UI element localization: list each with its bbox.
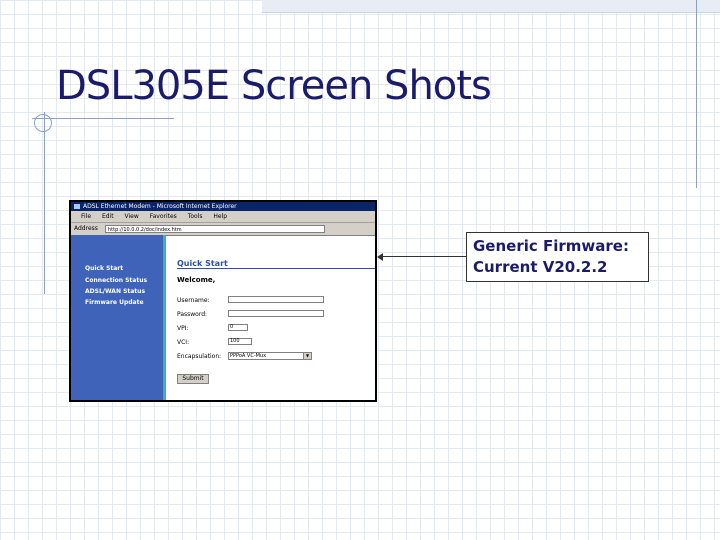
slide-title: DSL305E Screen Shots bbox=[56, 63, 492, 109]
browser-screenshot: ADSL Ethernet Modem - Microsoft Internet… bbox=[69, 200, 377, 402]
menu-edit[interactable]: Edit bbox=[102, 213, 114, 220]
username-input[interactable] bbox=[228, 296, 324, 303]
encapsulation-select[interactable]: PPPoA VC-Mux ▼ bbox=[228, 352, 312, 360]
arrowhead-icon bbox=[377, 253, 383, 261]
nav-adsl-wan-status[interactable]: ADSL/WAN Status bbox=[85, 288, 145, 295]
password-input[interactable] bbox=[228, 310, 324, 317]
browser-menubar: File Edit View Favorites Tools Help bbox=[71, 211, 375, 223]
decorative-circle bbox=[34, 114, 52, 132]
encapsulation-value: PPPoA VC-Mux bbox=[230, 353, 267, 359]
vci-input[interactable]: 100 bbox=[228, 338, 252, 345]
decorative-line bbox=[32, 118, 174, 119]
username-label: Username: bbox=[177, 297, 210, 304]
callout-line-1: Generic Firmware: bbox=[473, 237, 629, 255]
password-label: Password: bbox=[177, 311, 208, 318]
chevron-down-icon[interactable]: ▼ bbox=[303, 353, 311, 359]
menu-tools[interactable]: Tools bbox=[188, 213, 203, 220]
browser-titlebar: ADSL Ethernet Modem - Microsoft Internet… bbox=[71, 202, 375, 211]
menu-view[interactable]: View bbox=[125, 213, 139, 220]
nav-connection-status[interactable]: Connection Status bbox=[85, 277, 147, 284]
menu-favorites[interactable]: Favorites bbox=[150, 213, 177, 220]
welcome-text: Welcome, bbox=[177, 276, 216, 284]
sidebar-nav: Quick Start Connection Status ADSL/WAN S… bbox=[71, 235, 166, 400]
decorative-line bbox=[44, 112, 45, 294]
page-heading: Quick Start bbox=[177, 259, 228, 268]
menu-help[interactable]: Help bbox=[213, 213, 227, 220]
callout-connector bbox=[380, 256, 466, 257]
window-title: ADSL Ethernet Modem - Microsoft Internet… bbox=[83, 203, 237, 210]
heading-divider bbox=[177, 268, 375, 269]
address-label: Address bbox=[74, 225, 98, 232]
callout-line-2: Current V20.2.2 bbox=[473, 258, 608, 276]
main-panel: Quick Start Welcome, Username: Password:… bbox=[168, 235, 375, 400]
top-decoration-bar bbox=[262, 0, 720, 13]
vci-label: VCI: bbox=[177, 339, 190, 346]
nav-quick-start[interactable]: Quick Start bbox=[85, 265, 123, 272]
firmware-callout: Generic Firmware: Current V20.2.2 bbox=[466, 232, 649, 282]
ie-icon bbox=[74, 204, 80, 209]
browser-content: Quick Start Connection Status ADSL/WAN S… bbox=[71, 235, 375, 400]
vpi-label: VPI: bbox=[177, 325, 189, 332]
decorative-line bbox=[696, 0, 697, 188]
nav-firmware-update[interactable]: Firmware Update bbox=[85, 299, 144, 306]
submit-button[interactable]: Submit bbox=[177, 374, 209, 384]
menu-file[interactable]: File bbox=[81, 213, 91, 220]
vpi-input[interactable]: 0 bbox=[228, 324, 248, 331]
address-input[interactable]: http://10.0.0.2/doc/index.htm bbox=[105, 225, 325, 233]
encapsulation-label: Encapsulation: bbox=[177, 353, 222, 360]
